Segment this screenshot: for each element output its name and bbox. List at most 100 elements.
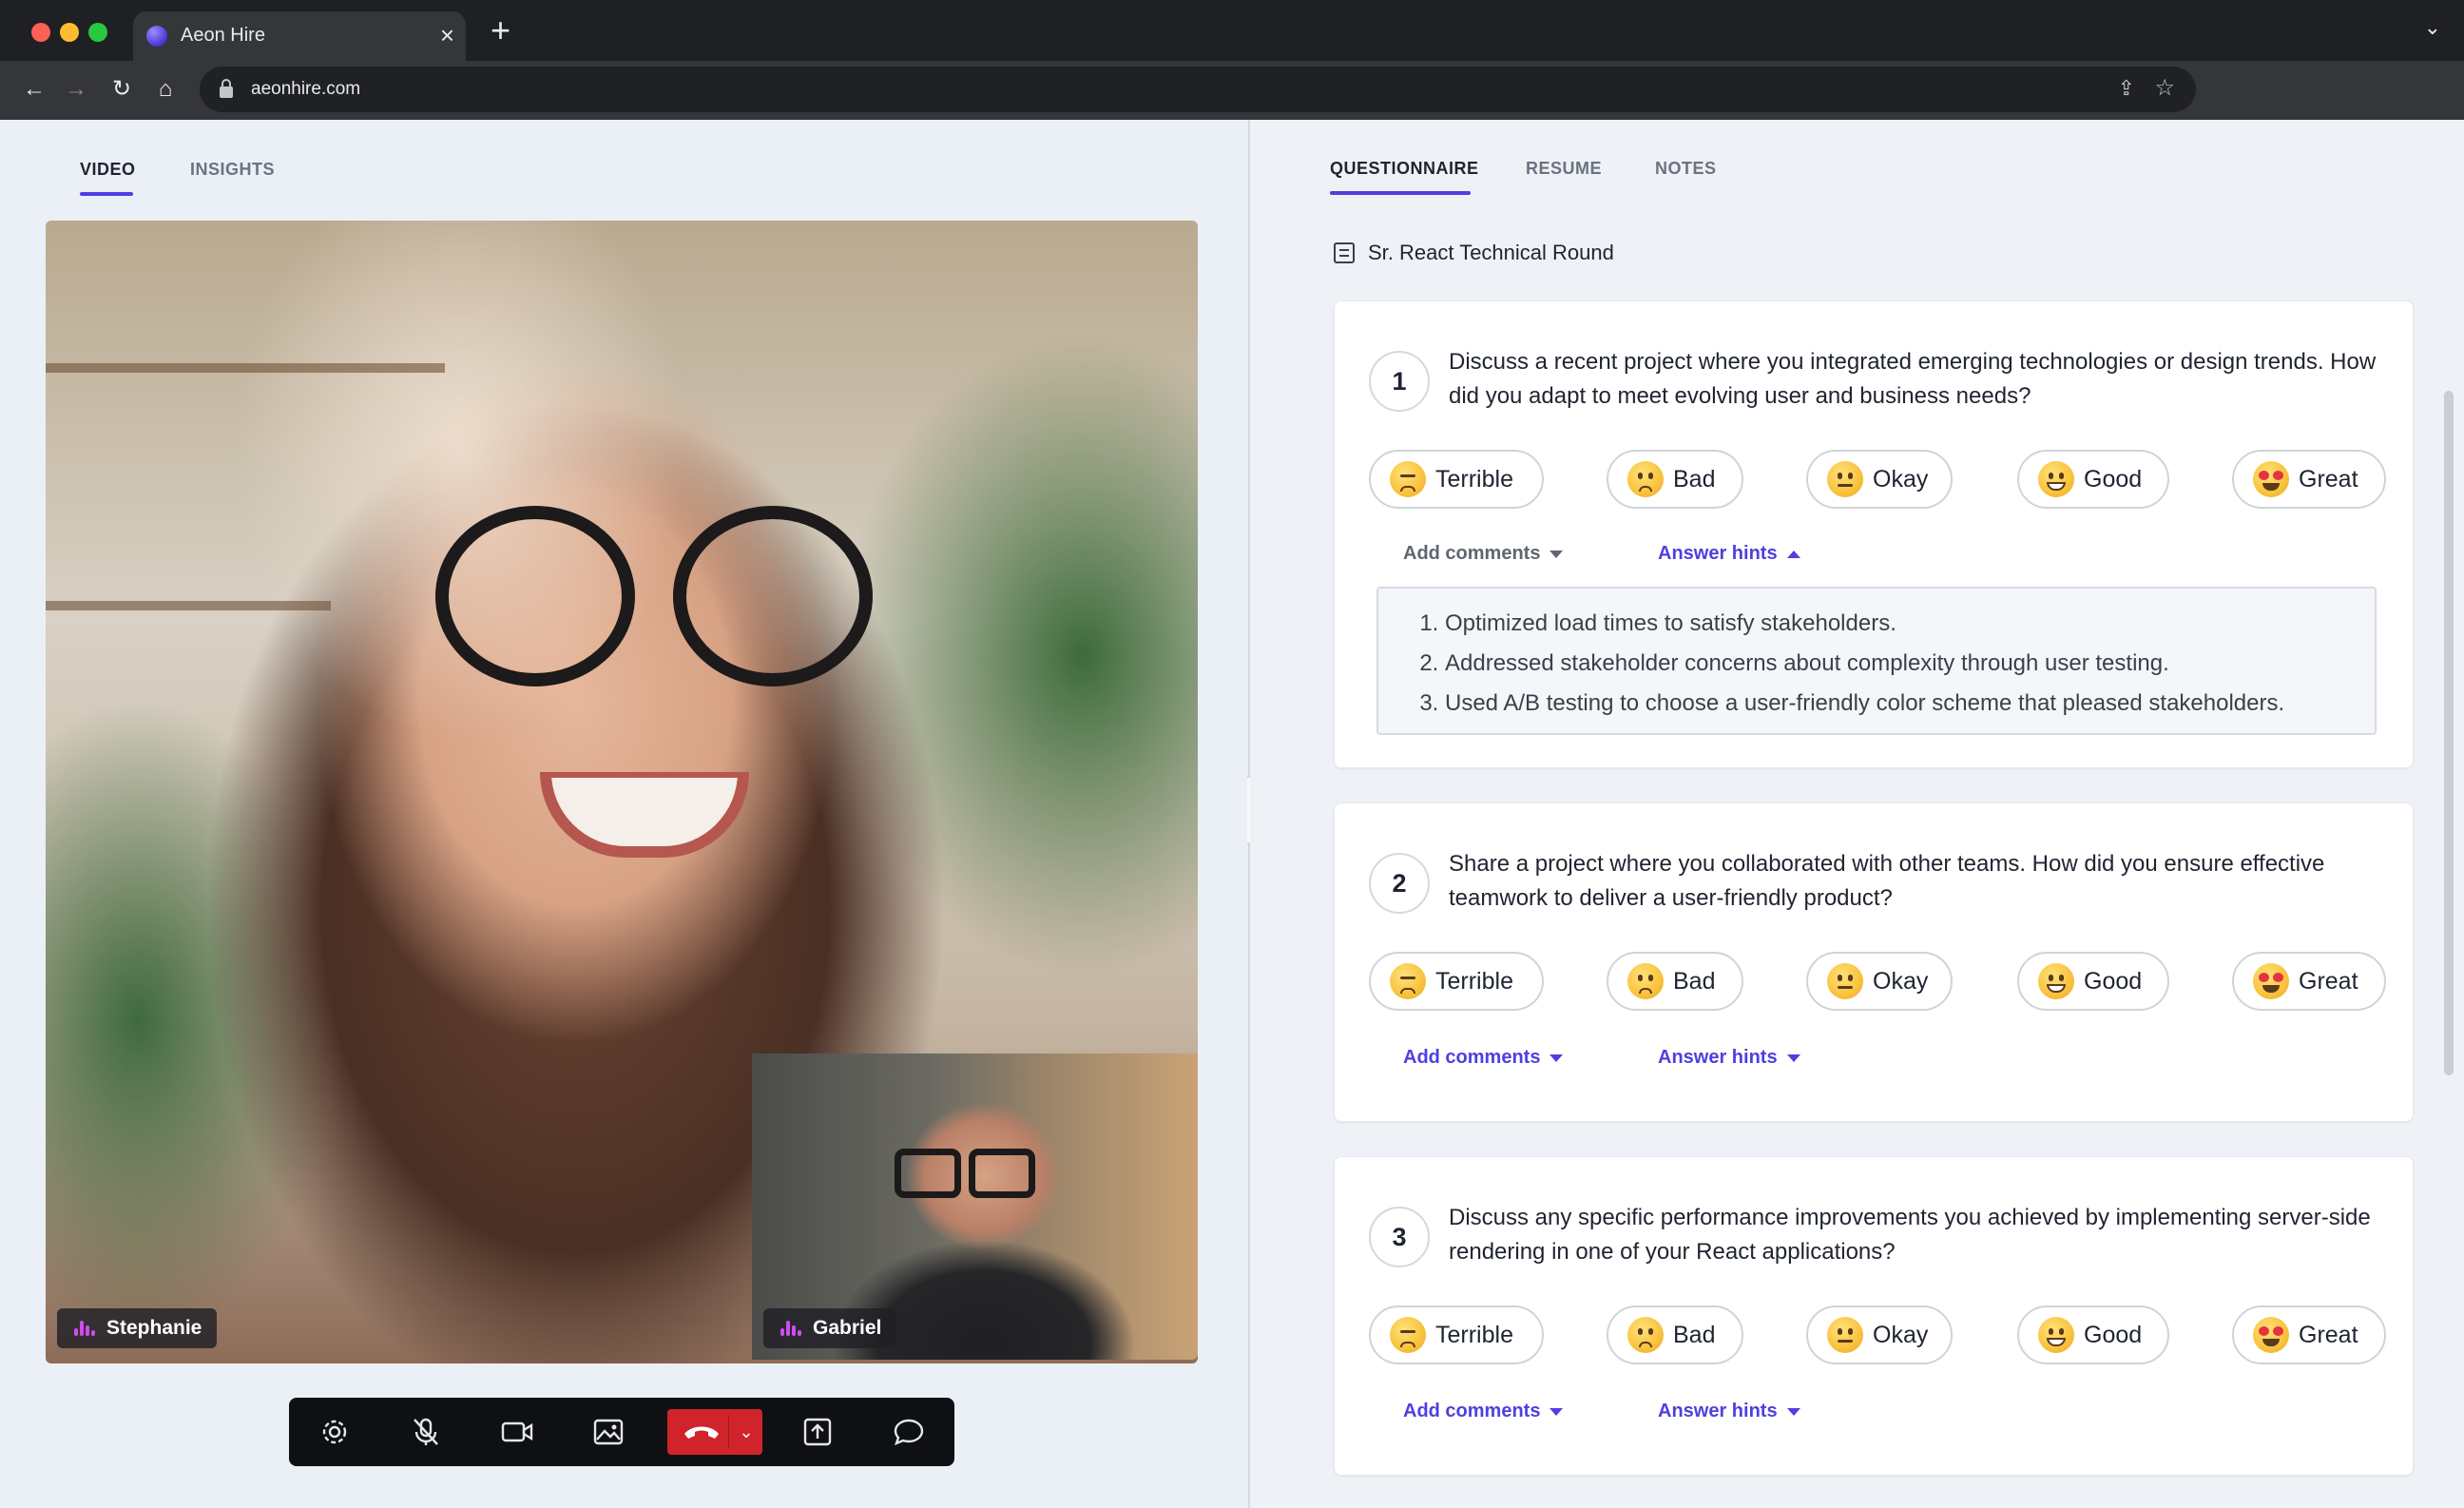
browser-tab[interactable]: Aeon Hire ×	[133, 11, 466, 61]
rating-label: Good	[2084, 967, 2143, 995]
answer-hints-label: Answer hints	[1658, 1047, 1778, 1068]
end-call-button[interactable]: ⌄	[667, 1409, 762, 1455]
great-emoji-icon	[2253, 963, 2289, 999]
bookmark-star-icon[interactable]: ☆	[2154, 74, 2175, 102]
rating-good-button[interactable]: Good	[2017, 450, 2169, 509]
window-minimize-button[interactable]	[60, 23, 79, 42]
question-text: Discuss a recent project where you integ…	[1449, 349, 2377, 409]
reload-icon[interactable]: ↻	[105, 72, 139, 106]
browser-toolbar: ← → ↻ ⌂ aeonhire.com ⇪ ☆	[0, 61, 2464, 120]
rating-label: Okay	[1873, 1321, 1929, 1348]
answer-hints-list: Optimized load times to satisfy stakehol…	[1416, 604, 2284, 724]
good-emoji-icon	[2038, 1317, 2074, 1353]
chevron-down-icon	[1786, 1407, 1800, 1416]
questionnaire-title: Sr. React Technical Round	[1334, 239, 1614, 267]
camera-icon[interactable]	[496, 1411, 538, 1453]
rating-label: Great	[2299, 465, 2358, 493]
participant-name-tag: Gabriel	[763, 1308, 897, 1348]
question-card: 1 Discuss a recent project where you int…	[1334, 300, 2414, 768]
background-shelf	[46, 601, 331, 610]
window-zoom-button[interactable]	[88, 23, 107, 42]
answer-hints-toggle[interactable]: Answer hints	[1658, 1401, 1800, 1422]
rating-bad-button[interactable]: Bad	[1607, 450, 1743, 509]
end-call-options-chevron-icon[interactable]: ⌄	[734, 1419, 759, 1445]
tab-close-icon[interactable]: ×	[440, 21, 454, 49]
rating-label: Okay	[1873, 465, 1929, 493]
chat-icon[interactable]	[888, 1411, 930, 1453]
terrible-emoji-icon	[1390, 1317, 1426, 1353]
add-comments-label: Add comments	[1403, 543, 1541, 564]
mic-off-icon[interactable]	[405, 1411, 447, 1453]
browser-chrome: Aeon Hire × + ⌄ ← → ↻ ⌂ aeonhire.com ⇪ ☆	[0, 0, 2464, 120]
add-comments-toggle[interactable]: Add comments	[1403, 1401, 1564, 1422]
chevron-down-icon	[1786, 1054, 1800, 1062]
tab-insights[interactable]: INSIGHTS	[190, 160, 275, 180]
terrible-emoji-icon	[1390, 963, 1426, 999]
participant-name: Gabriel	[813, 1317, 882, 1339]
answer-hints-label: Answer hints	[1658, 543, 1778, 564]
background-shelf	[46, 363, 445, 373]
chevron-up-icon	[1786, 550, 1800, 558]
answer-hints-toggle[interactable]: Answer hints	[1658, 1047, 1800, 1069]
rating-terrible-button[interactable]: Terrible	[1369, 952, 1544, 1011]
rating-good-button[interactable]: Good	[2017, 952, 2169, 1011]
rating-bad-button[interactable]: Bad	[1607, 1305, 1743, 1364]
window-close-button[interactable]	[31, 23, 50, 42]
rating-great-button[interactable]: Great	[2232, 1305, 2386, 1364]
rating-okay-button[interactable]: Okay	[1806, 450, 1953, 509]
answer-hint-item: Optimized load times to satisfy stakehol…	[1445, 604, 2284, 644]
share-icon[interactable]: ⇪	[2118, 76, 2135, 101]
tab-resume[interactable]: RESUME	[1526, 159, 1602, 179]
list-icon	[1334, 242, 1355, 263]
question-number: 2	[1369, 853, 1430, 914]
rating-label: Bad	[1673, 465, 1716, 493]
new-tab-icon[interactable]: +	[491, 11, 510, 49]
home-icon[interactable]: ⌂	[148, 72, 183, 106]
tab-search-chevron-icon[interactable]: ⌄	[2424, 15, 2441, 40]
call-control-bar: ⌄	[289, 1398, 954, 1466]
rating-okay-button[interactable]: Okay	[1806, 952, 1953, 1011]
rating-label: Great	[2299, 967, 2358, 995]
participant-name: Stephanie	[106, 1317, 202, 1339]
self-view-video[interactable]: Gabriel	[752, 1054, 1198, 1360]
forward-arrow-icon[interactable]: →	[59, 72, 93, 106]
rating-great-button[interactable]: Great	[2232, 952, 2386, 1011]
chevron-down-icon	[1550, 1054, 1564, 1062]
pip-glasses-left	[895, 1149, 961, 1198]
address-bar-url: aeonhire.com	[251, 79, 361, 99]
settings-icon[interactable]	[314, 1411, 356, 1453]
answer-hints-toggle[interactable]: Answer hints	[1658, 543, 1800, 565]
good-emoji-icon	[2038, 461, 2074, 497]
question-number: 3	[1369, 1207, 1430, 1267]
good-emoji-icon	[2038, 963, 2074, 999]
question-number: 1	[1369, 351, 1430, 412]
rating-bad-button[interactable]: Bad	[1607, 952, 1743, 1011]
rating-terrible-button[interactable]: Terrible	[1369, 1305, 1544, 1364]
tab-notes[interactable]: NOTES	[1655, 159, 1717, 179]
rating-label: Terrible	[1435, 465, 1513, 493]
back-arrow-icon[interactable]: ←	[17, 72, 51, 106]
rating-okay-button[interactable]: Okay	[1806, 1305, 1953, 1364]
rating-good-button[interactable]: Good	[2017, 1305, 2169, 1364]
end-call-icon	[684, 1426, 719, 1439]
add-comments-label: Add comments	[1403, 1401, 1541, 1421]
rating-terrible-button[interactable]: Terrible	[1369, 450, 1544, 509]
add-comments-toggle[interactable]: Add comments	[1403, 1047, 1564, 1069]
question-text: Discuss any specific performance improve…	[1449, 1205, 2371, 1265]
add-comments-toggle[interactable]: Add comments	[1403, 543, 1564, 565]
background-image-icon[interactable]	[587, 1411, 629, 1453]
tab-video[interactable]: VIDEO	[80, 160, 136, 180]
tab-questionnaire[interactable]: QUESTIONNAIRE	[1330, 159, 1479, 179]
rating-great-button[interactable]: Great	[2232, 450, 2386, 509]
question-text: Share a project where you collaborated w…	[1449, 851, 2325, 911]
browser-tab-title: Aeon Hire	[181, 25, 265, 46]
rating-label: Terrible	[1435, 967, 1513, 995]
share-screen-icon[interactable]	[797, 1411, 838, 1453]
terrible-emoji-icon	[1390, 461, 1426, 497]
questionnaire-panel: QUESTIONNAIRE RESUME NOTES Sr. React Tec…	[1250, 120, 2464, 1508]
rating-label: Bad	[1673, 967, 1716, 995]
scrollbar[interactable]	[2444, 391, 2454, 1075]
great-emoji-icon	[2253, 1317, 2289, 1353]
address-bar[interactable]: aeonhire.com ⇪ ☆	[200, 67, 2196, 112]
tab-questionnaire-underline	[1330, 191, 1471, 195]
